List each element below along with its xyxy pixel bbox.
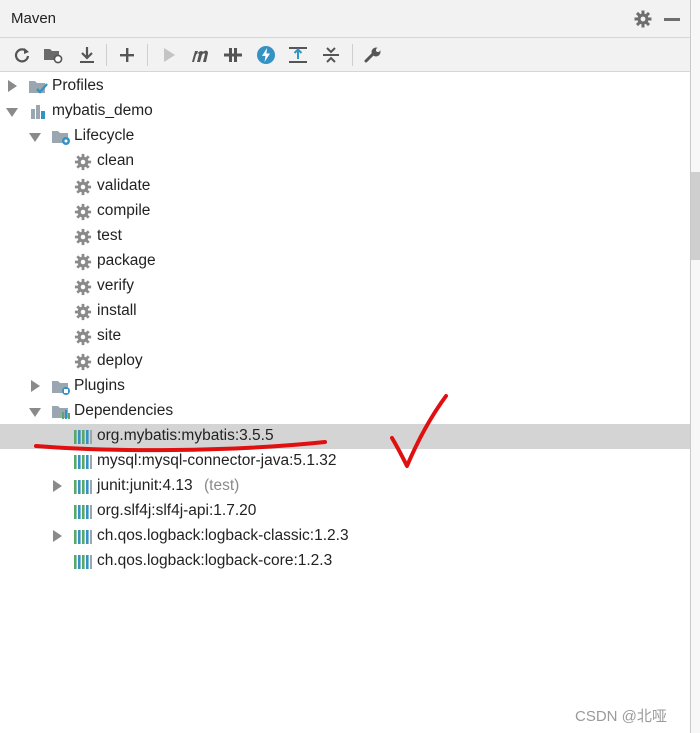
toolbar-separator	[106, 44, 107, 66]
run-icon[interactable]	[158, 44, 180, 66]
lifecycle-phase-site[interactable]: site	[0, 324, 690, 349]
tree-node-label: test	[97, 227, 122, 244]
library-icon	[73, 553, 92, 571]
collapse-arrow-icon[interactable]	[29, 133, 41, 142]
dependency-item[interactable]: mysql:mysql-connector-java:5.1.32	[0, 449, 690, 474]
tree-node-label: ch.qos.logback:logback-core:1.2.3	[97, 552, 333, 569]
plugins-folder-icon	[51, 378, 70, 396]
skip-tests-icon[interactable]	[255, 44, 277, 66]
maven-tool-window: Maven Profiles mybatis_demo Lifecycle cl…	[0, 0, 691, 733]
gear-icon	[74, 253, 92, 271]
maven-toolbar	[0, 38, 690, 72]
tree-node-label: mybatis_demo	[52, 102, 153, 119]
dependency-item[interactable]: org.slf4j:slf4j-api:1.7.20	[0, 499, 690, 524]
tree-node-label: validate	[97, 177, 151, 194]
gear-icon	[74, 303, 92, 321]
dependency-item[interactable]: org.mybatis:mybatis:3.5.5	[0, 424, 690, 449]
library-icon	[73, 453, 92, 471]
gear-icon[interactable]	[633, 9, 653, 29]
toolbar-separator	[147, 44, 148, 66]
download-icon[interactable]	[76, 44, 98, 66]
tree-node-label: Plugins	[74, 377, 125, 394]
lifecycle-phase-verify[interactable]: verify	[0, 274, 690, 299]
reimport-folder-icon[interactable]	[42, 44, 64, 66]
tree-node-label: package	[97, 252, 156, 269]
library-icon	[73, 478, 92, 496]
tree-node-label: org.mybatis:mybatis:3.5.5	[97, 427, 274, 444]
gear-icon	[74, 178, 92, 196]
scrollbar-thumb[interactable]	[691, 172, 700, 260]
tree-node-label: org.slf4j:slf4j-api:1.7.20	[97, 502, 257, 519]
tree-node-label: verify	[97, 277, 135, 294]
gear-icon	[74, 153, 92, 171]
gear-icon	[74, 353, 92, 371]
tree-node-label: compile	[97, 202, 151, 219]
tree-node-label: ch.qos.logback:logback-classic:1.2.3	[97, 527, 349, 544]
add-icon[interactable]	[116, 44, 138, 66]
maven-module-icon	[29, 103, 47, 121]
gear-icon	[74, 203, 92, 221]
lifecycle-folder-icon	[51, 128, 70, 146]
expand-arrow-icon[interactable]	[53, 530, 62, 542]
gear-icon	[74, 278, 92, 296]
collapse-all-icon[interactable]	[320, 44, 342, 66]
tree-node-lifecycle[interactable]: Lifecycle	[0, 124, 690, 149]
profiles-folder-icon	[28, 78, 48, 96]
show-dependencies-icon[interactable]	[287, 44, 309, 66]
lifecycle-phase-install[interactable]: install	[0, 299, 690, 324]
toolbar-separator	[352, 44, 353, 66]
reload-icon[interactable]	[11, 44, 33, 66]
settings-wrench-icon[interactable]	[362, 44, 384, 66]
collapse-arrow-icon[interactable]	[29, 408, 41, 417]
collapse-arrow-icon[interactable]	[6, 108, 18, 117]
library-icon	[73, 528, 92, 546]
maven-goal-icon[interactable]	[190, 44, 212, 66]
gear-icon	[74, 328, 92, 346]
tree-node-project[interactable]: mybatis_demo	[0, 99, 690, 124]
tree-node-label: site	[97, 327, 122, 344]
tree-node-label: Profiles	[52, 77, 104, 94]
expand-arrow-icon[interactable]	[8, 80, 17, 92]
lifecycle-phase-validate[interactable]: validate	[0, 174, 690, 199]
lifecycle-phase-package[interactable]: package	[0, 249, 690, 274]
lifecycle-phase-deploy[interactable]: deploy	[0, 349, 690, 374]
gear-icon	[74, 228, 92, 246]
watermark: CSDN @北哑	[575, 708, 667, 725]
lifecycle-phase-clean[interactable]: clean	[0, 149, 690, 174]
tree-node-profiles[interactable]: Profiles	[0, 74, 690, 99]
tree-node-label: install	[97, 302, 137, 319]
expand-arrow-icon[interactable]	[53, 480, 62, 492]
tree-node-label: clean	[97, 152, 135, 169]
toggle-offline-icon[interactable]	[222, 44, 244, 66]
tree-node-label: deploy	[97, 352, 143, 369]
tree-node-plugins[interactable]: Plugins	[0, 374, 690, 399]
dependency-scope: (test)	[204, 477, 240, 494]
library-icon	[73, 428, 92, 446]
tool-window-title: Maven	[11, 10, 57, 27]
tree-node-dependencies[interactable]: Dependencies	[0, 399, 690, 424]
tree-node-label: Dependencies	[74, 402, 174, 419]
tree-node-label: Lifecycle	[74, 127, 135, 144]
dependencies-folder-icon	[51, 403, 70, 421]
dependency-item[interactable]: junit:junit:4.13 (test)	[0, 474, 690, 499]
tool-window-header: Maven	[0, 0, 690, 38]
dependency-item[interactable]: ch.qos.logback:logback-core:1.2.3	[0, 549, 690, 574]
expand-arrow-icon[interactable]	[31, 380, 40, 392]
library-icon	[73, 503, 92, 521]
tree-node-label: junit:junit:4.13	[97, 477, 193, 494]
lifecycle-phase-compile[interactable]: compile	[0, 199, 690, 224]
tree-node-label: mysql:mysql-connector-java:5.1.32	[97, 452, 337, 469]
dependency-item[interactable]: ch.qos.logback:logback-classic:1.2.3	[0, 524, 690, 549]
hide-panel-icon[interactable]	[664, 18, 680, 21]
lifecycle-phase-test[interactable]: test	[0, 224, 690, 249]
side-gutter	[691, 0, 700, 733]
